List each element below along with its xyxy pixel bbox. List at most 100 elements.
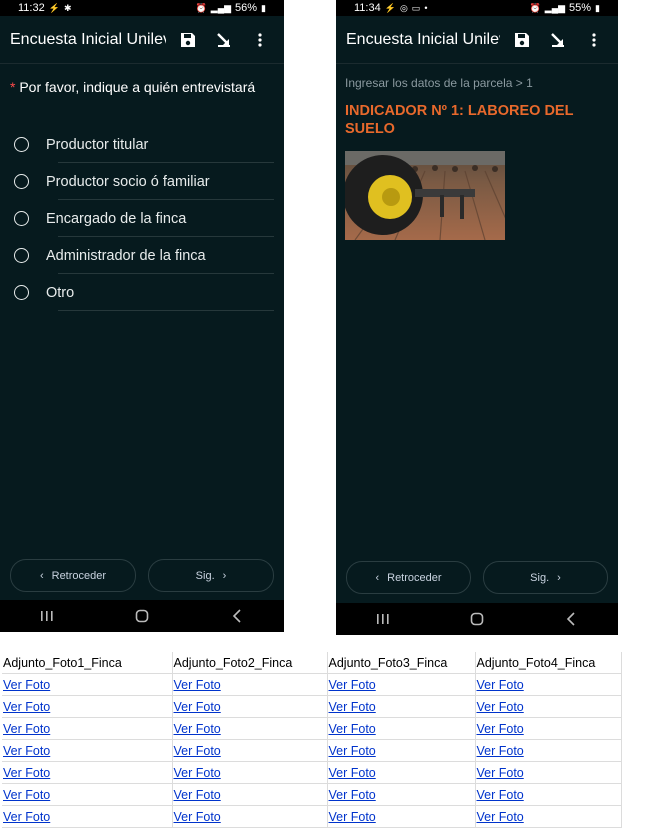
home-icon[interactable] (457, 607, 497, 631)
recent-apps-icon[interactable] (363, 607, 403, 631)
column-header: Adjunto_Foto1_Finca (2, 652, 173, 674)
table-cell: Ver Foto (2, 805, 173, 828)
view-photo-link[interactable]: Ver Foto (174, 722, 221, 736)
table-cell: Ver Foto (475, 805, 622, 828)
back-button[interactable]: ‹ Retroceder (346, 561, 471, 594)
question-prompt: * Por favor, indique a quién entrevistar… (10, 78, 260, 96)
home-icon[interactable] (122, 604, 162, 628)
jump-arrow-icon[interactable] (210, 26, 238, 54)
table-cell: Ver Foto (2, 783, 173, 806)
view-photo-link[interactable]: Ver Foto (174, 678, 221, 692)
view-photo-link[interactable]: Ver Foto (477, 744, 524, 758)
view-photo-link[interactable]: Ver Foto (477, 810, 524, 824)
radio-option-label: Encargado de la finca (46, 210, 187, 227)
status-time: 11:34 (354, 2, 381, 14)
back-nav-icon[interactable] (551, 607, 591, 631)
view-photo-link[interactable]: Ver Foto (174, 700, 221, 714)
required-marker: * (10, 79, 16, 95)
radio-option-administrador[interactable]: Administrador de la finca (0, 237, 284, 274)
table-cell: Ver Foto (327, 805, 476, 828)
save-icon[interactable] (174, 26, 202, 54)
view-photo-link[interactable]: Ver Foto (477, 678, 524, 692)
table-cell: Ver Foto (2, 717, 173, 740)
radio-circle-icon[interactable] (14, 248, 29, 263)
table-row: Ver Foto Ver Foto Ver Foto Ver Foto (2, 739, 622, 762)
battery-icon: ▮ (261, 2, 266, 13)
signal-icon: ▂▄▆ (210, 2, 232, 13)
table-cell: Ver Foto (172, 761, 328, 784)
radio-circle-icon[interactable] (14, 174, 29, 189)
view-photo-link[interactable]: Ver Foto (3, 722, 50, 736)
view-photo-link[interactable]: Ver Foto (477, 700, 524, 714)
view-photo-link[interactable]: Ver Foto (3, 744, 50, 758)
view-photo-link[interactable]: Ver Foto (329, 744, 376, 758)
next-button-label: Sig. (195, 569, 215, 582)
view-photo-link[interactable]: Ver Foto (329, 678, 376, 692)
table-cell: Ver Foto (172, 673, 328, 696)
view-photo-link[interactable]: Ver Foto (329, 722, 376, 736)
chevron-right-icon: › (557, 571, 561, 584)
table-cell: Ver Foto (2, 695, 173, 718)
radio-options-list: Productor titular Productor socio ó fami… (0, 126, 284, 311)
status-time: 11:32 (18, 2, 45, 14)
photo-links-table: Adjunto_Foto1_Finca Adjunto_Foto2_Finca … (2, 652, 622, 828)
survey-title: Encuesta Inicial Unilev... (346, 30, 500, 48)
view-photo-link[interactable]: Ver Foto (3, 766, 50, 780)
message-icon: ▭ (411, 2, 421, 13)
view-photo-link[interactable]: Ver Foto (174, 766, 221, 780)
view-photo-link[interactable]: Ver Foto (3, 678, 50, 692)
view-photo-link[interactable]: Ver Foto (329, 766, 376, 780)
form-nav-buttons: ‹ Retroceder Sig. › (346, 561, 608, 594)
back-nav-icon[interactable] (217, 604, 257, 628)
radio-option-label: Productor socio ó familiar (46, 173, 210, 190)
column-header: Adjunto_Foto4_Finca (475, 652, 622, 674)
table-cell: Ver Foto (475, 739, 622, 762)
view-photo-link[interactable]: Ver Foto (329, 810, 376, 824)
save-icon[interactable] (508, 26, 536, 54)
view-photo-link[interactable]: Ver Foto (477, 766, 524, 780)
view-photo-link[interactable]: Ver Foto (477, 722, 524, 736)
table-cell: Ver Foto (172, 717, 328, 740)
flash-icon: ⚡ (384, 2, 396, 13)
next-button[interactable]: Sig. › (483, 561, 608, 594)
view-photo-link[interactable]: Ver Foto (329, 788, 376, 802)
back-button[interactable]: ‹ Retroceder (10, 559, 136, 592)
form-nav-buttons: ‹ Retroceder Sig. › (10, 559, 274, 592)
recent-apps-icon[interactable] (27, 604, 67, 628)
dot-icon: • (424, 3, 428, 13)
radio-circle-icon[interactable] (14, 211, 29, 226)
table-cell: Ver Foto (475, 761, 622, 784)
radio-option-otro[interactable]: Otro (0, 274, 284, 311)
radio-circle-icon[interactable] (14, 137, 29, 152)
table-cell: Ver Foto (475, 783, 622, 806)
system-nav-bar (336, 603, 618, 635)
view-photo-link[interactable]: Ver Foto (3, 810, 50, 824)
phone-screen-indicator: 11:34 ⚡ ◎ ▭ • ⏰ ▂▄▆ 55% ▮ Encuesta Inici… (336, 0, 618, 635)
next-button[interactable]: Sig. › (148, 559, 274, 592)
view-photo-link[interactable]: Ver Foto (3, 700, 50, 714)
radio-option-productor-titular[interactable]: Productor titular (0, 126, 284, 163)
divider (58, 310, 274, 311)
view-photo-link[interactable]: Ver Foto (477, 788, 524, 802)
radio-option-label: Otro (46, 284, 75, 301)
more-options-icon[interactable] (580, 26, 608, 54)
radio-option-productor-socio[interactable]: Productor socio ó familiar (0, 163, 284, 200)
battery-icon: ▮ (595, 2, 600, 13)
more-options-icon[interactable] (246, 26, 274, 54)
view-photo-link[interactable]: Ver Foto (3, 788, 50, 802)
view-photo-link[interactable]: Ver Foto (174, 744, 221, 758)
table-row: Ver Foto Ver Foto Ver Foto Ver Foto (2, 783, 622, 806)
column-header: Adjunto_Foto3_Finca (327, 652, 476, 674)
jump-arrow-icon[interactable] (544, 26, 572, 54)
view-photo-link[interactable]: Ver Foto (174, 788, 221, 802)
radio-option-encargado[interactable]: Encargado de la finca (0, 200, 284, 237)
view-photo-link[interactable]: Ver Foto (329, 700, 376, 714)
table-cell: Ver Foto (2, 673, 173, 696)
table-header-row: Adjunto_Foto1_Finca Adjunto_Foto2_Finca … (2, 652, 622, 674)
table-cell: Ver Foto (2, 761, 173, 784)
chevron-left-icon: ‹ (39, 569, 44, 582)
view-photo-link[interactable]: Ver Foto (174, 810, 221, 824)
radio-circle-icon[interactable] (14, 285, 29, 300)
table-cell: Ver Foto (475, 695, 622, 718)
chevron-left-icon: ‹ (375, 571, 380, 584)
